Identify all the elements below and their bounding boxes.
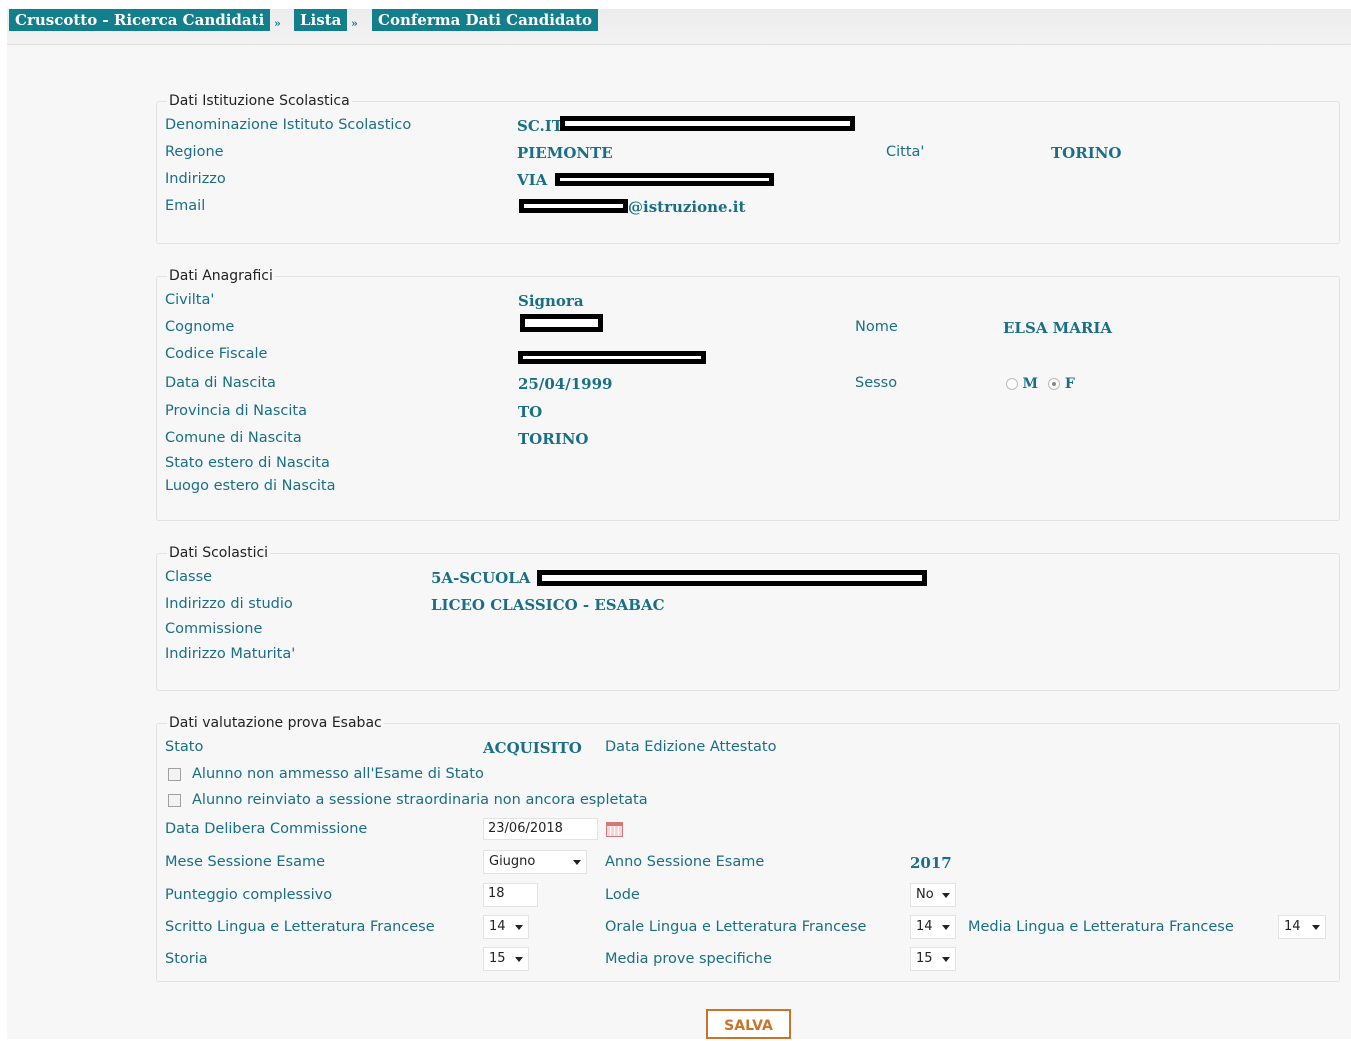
media-lingua-select[interactable]: 14 — [1278, 915, 1326, 939]
indirizzo-maturita-label: Indirizzo Maturita' — [165, 646, 296, 662]
orale-select[interactable]: 14 — [910, 915, 956, 939]
media-prove-value: 15 — [916, 951, 933, 966]
storia-select[interactable]: 15 — [483, 947, 529, 971]
reinviato-label: Alunno reinviato a sessione straordinari… — [192, 792, 648, 808]
email-label: Email — [165, 198, 206, 214]
breadcrumb-separator: » — [274, 17, 281, 30]
storia-label: Storia — [165, 951, 208, 967]
civilta-value: Signora — [518, 292, 584, 310]
redaction-bar — [520, 314, 603, 332]
punteggio-label: Punteggio complessivo — [165, 887, 333, 903]
media-lingua-label: Media Lingua e Letteratura Francese — [968, 919, 1234, 935]
email-value: @istruzione.it — [628, 198, 746, 216]
redaction-bar — [519, 199, 628, 213]
mese-sessione-value: Giugno — [489, 854, 536, 869]
classe-label: Classe — [165, 569, 213, 585]
breadcrumb-item-cruscotto[interactable]: Cruscotto - Ricerca Candidati — [9, 9, 271, 31]
scritto-label: Scritto Lingua e Letteratura Francese — [165, 919, 435, 935]
redaction-bar — [518, 351, 706, 364]
data-delibera-input[interactable]: 23/06/2018 — [483, 818, 598, 840]
data-edizione-label: Data Edizione Attestato — [605, 739, 777, 755]
comune-label: Comune di Nascita — [165, 430, 302, 446]
commissione-label: Commissione — [165, 621, 263, 637]
reinviato-checkbox[interactable] — [168, 794, 181, 807]
mese-sessione-select[interactable]: Giugno — [483, 850, 587, 874]
citta-value: TORINO — [1051, 144, 1122, 162]
media-prove-label: Media prove specifiche — [605, 951, 772, 967]
breadcrumb-separator: » — [351, 17, 358, 30]
redaction-bar — [537, 570, 927, 586]
classe-value: 5A-SCUOLA — [431, 569, 531, 587]
luogo-estero-label: Luogo estero di Nascita — [165, 478, 336, 494]
non-ammesso-checkbox[interactable] — [168, 768, 181, 781]
chevron-down-icon — [515, 957, 523, 962]
denominazione-value: SC.IT — [517, 117, 563, 135]
storia-value: 15 — [489, 951, 506, 966]
non-ammesso-label: Alunno non ammesso all'Esame di Stato — [192, 766, 484, 782]
chevron-down-icon — [573, 860, 581, 865]
citta-label: Citta' — [886, 144, 925, 160]
provincia-value: TO — [518, 403, 543, 421]
denominazione-label: Denominazione Istituto Scolastico — [165, 117, 412, 133]
redaction-bar — [555, 173, 774, 186]
cognome-label: Cognome — [165, 319, 235, 335]
anno-sessione-value: 2017 — [910, 854, 952, 872]
codice-fiscale-label: Codice Fiscale — [165, 346, 268, 362]
lode-value: No — [916, 887, 934, 902]
data-nascita-label: Data di Nascita — [165, 375, 276, 391]
redaction-bar — [560, 116, 855, 131]
mese-sessione-label: Mese Sessione Esame — [165, 854, 326, 870]
stato-estero-label: Stato estero di Nascita — [165, 455, 330, 471]
sesso-radio-group: M F — [1006, 376, 1075, 392]
indirizzo-studio-value: LICEO CLASSICO - ESABAC — [431, 596, 665, 614]
data-nascita-value: 25/04/1999 — [518, 375, 613, 393]
stato-value: ACQUISITO — [483, 739, 582, 757]
section-title: Dati valutazione prova Esabac — [169, 715, 382, 731]
chevron-down-icon — [515, 925, 523, 930]
scritto-value: 14 — [489, 919, 506, 934]
section-title: Dati Scolastici — [169, 545, 269, 561]
save-button[interactable]: SALVA — [706, 1009, 791, 1039]
stato-label: Stato — [165, 739, 204, 755]
section-scolastici: Dati Scolastici — [156, 545, 1340, 691]
media-prove-select[interactable]: 15 — [910, 947, 956, 971]
section-title: Dati Anagrafici — [169, 268, 273, 284]
civilta-label: Civilta' — [165, 292, 215, 308]
indirizzo-value: VIA — [517, 171, 548, 189]
data-delibera-label: Data Delibera Commissione — [165, 821, 368, 837]
orale-label: Orale Lingua e Letteratura Francese — [605, 919, 867, 935]
breadcrumb-item-conferma: Conferma Dati Candidato — [372, 9, 599, 31]
orale-value: 14 — [916, 919, 933, 934]
indirizzo-studio-label: Indirizzo di studio — [165, 596, 293, 612]
chevron-down-icon — [1312, 925, 1320, 930]
indirizzo-label: Indirizzo — [165, 171, 226, 187]
regione-value: PIEMONTE — [517, 144, 613, 162]
chevron-down-icon — [942, 957, 950, 962]
nome-value: ELSA MARIA — [1003, 319, 1113, 337]
sesso-f-label: F — [1064, 376, 1075, 392]
nome-label: Nome — [855, 319, 898, 335]
media-lingua-value: 14 — [1284, 919, 1301, 934]
section-title: Dati Istituzione Scolastica — [169, 93, 350, 109]
breadcrumb-item-lista[interactable]: Lista — [294, 9, 348, 31]
provincia-label: Provincia di Nascita — [165, 403, 307, 419]
punteggio-input[interactable]: 18 — [483, 883, 538, 907]
section-esabac: Dati valutazione prova Esabac — [156, 715, 1340, 982]
sesso-label: Sesso — [855, 375, 898, 391]
lode-label: Lode — [605, 887, 640, 903]
sesso-radio-m[interactable] — [1006, 378, 1018, 390]
comune-value: TORINO — [518, 430, 589, 448]
anno-sessione-label: Anno Sessione Esame — [605, 854, 765, 870]
sesso-m-label: M — [1022, 376, 1038, 392]
scritto-select[interactable]: 14 — [483, 915, 529, 939]
lode-select[interactable]: No — [910, 883, 956, 907]
regione-label: Regione — [165, 144, 224, 160]
calendar-icon[interactable] — [606, 822, 623, 837]
sesso-radio-f[interactable] — [1048, 378, 1061, 390]
chevron-down-icon — [942, 893, 950, 898]
chevron-down-icon — [942, 925, 950, 930]
